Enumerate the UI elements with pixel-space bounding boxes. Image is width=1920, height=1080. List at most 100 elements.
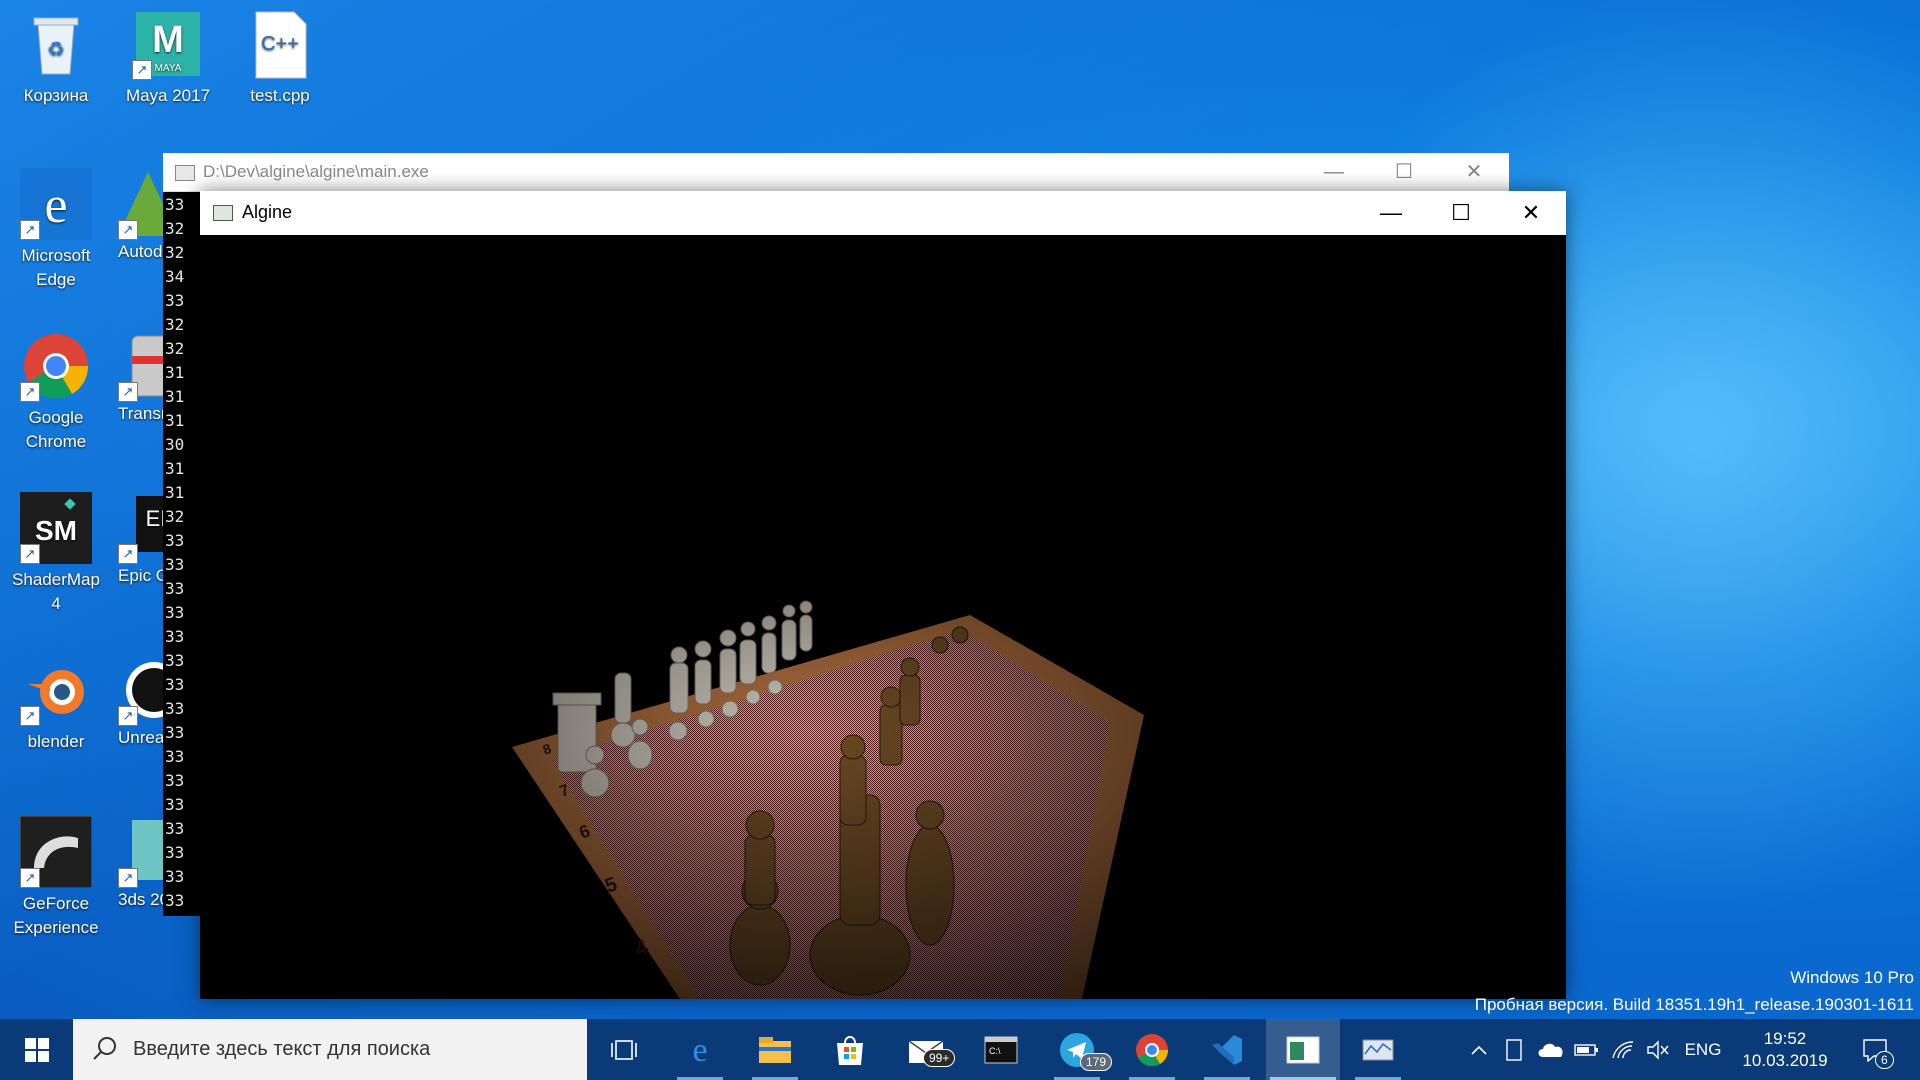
desktop-icon-shadermap[interactable]: SM ↗ ShaderMap 4 xyxy=(6,492,106,616)
volume-muted-icon[interactable] xyxy=(1643,1019,1673,1080)
taskbar-file-explorer[interactable] xyxy=(738,1019,812,1080)
cpp-file-icon: C++ xyxy=(244,8,316,80)
maya-icon: M MAYA ↗ xyxy=(132,8,204,80)
minimize-button[interactable]: — xyxy=(1356,191,1426,235)
telegram-badge: 179 xyxy=(1080,1053,1113,1071)
windows-logo-icon xyxy=(24,1037,49,1062)
desktop-icon-epic[interactable]: EI ↗ Epic Games Launcher xyxy=(118,492,163,588)
clock-time: 19:52 xyxy=(1763,1028,1807,1048)
desktop-icon-label: blender xyxy=(27,732,85,751)
search-icon xyxy=(93,1037,116,1060)
onedrive-icon[interactable] xyxy=(1535,1019,1567,1080)
folder-icon xyxy=(759,1036,791,1063)
battery-icon[interactable] xyxy=(1572,1019,1602,1080)
svg-text:♻: ♻ xyxy=(47,39,65,61)
clock-date: 10.03.2019 xyxy=(1742,1050,1828,1070)
3dsmax-icon: ↗ xyxy=(118,816,163,888)
console-line: 33 xyxy=(165,651,185,670)
language-indicator[interactable]: ENG xyxy=(1678,1019,1728,1080)
desktop-icon-transmission[interactable]: ↗ Transmission Qt xyxy=(118,330,163,426)
shadermap-icon: SM ↗ xyxy=(20,492,92,564)
start-button[interactable] xyxy=(0,1019,73,1080)
console-line: 33 xyxy=(165,795,185,814)
console-line: 32 xyxy=(165,219,185,238)
chrome-icon xyxy=(1136,1033,1169,1066)
monitor-chart-icon xyxy=(1362,1039,1394,1060)
console-title: D:\Dev\algine\algine\main.exe xyxy=(203,162,429,181)
algine-titlebar[interactable]: Algine — ☐ ✕ xyxy=(200,191,1566,235)
console-line: 32 xyxy=(165,339,185,358)
taskbar-edge[interactable]: e xyxy=(663,1019,737,1080)
desktop-icon-autodesk[interactable]: ↗ Autodesk Desktop xyxy=(118,168,163,264)
show-hidden-icons-button[interactable] xyxy=(1464,1019,1494,1080)
desktop-icon-recycle-bin[interactable]: ♻ Корзина xyxy=(6,8,106,108)
autodesk-icon: ↗ xyxy=(118,168,163,240)
search-box[interactable]: Введите здесь текст для поиска xyxy=(73,1019,587,1080)
desktop-icon-label: ShaderMap 4 xyxy=(12,570,100,613)
console-line: 33 xyxy=(165,819,185,838)
maximize-button[interactable]: ☐ xyxy=(1426,191,1496,235)
wifi-icon[interactable] xyxy=(1608,1019,1638,1080)
desktop-icon-label: Microsoft Edge xyxy=(21,246,91,289)
edge-icon: e xyxy=(692,1033,707,1067)
taskbar: Введите здесь текст для поиска e 99+ C:\… xyxy=(0,1019,1920,1080)
console-line: 30 xyxy=(165,435,185,454)
console-app-icon xyxy=(175,165,195,181)
task-view-button[interactable] xyxy=(587,1019,661,1080)
task-view-icon xyxy=(611,1039,637,1060)
console-line: 33 xyxy=(165,555,185,574)
desktop-icon-label: Epic Games Launcher xyxy=(118,566,163,585)
console-line: 33 xyxy=(165,291,185,310)
console-line: 32 xyxy=(165,243,185,262)
taskbar-telegram[interactable]: 179 xyxy=(1040,1019,1114,1080)
desktop-icon-edge[interactable]: e ↗ Microsoft Edge xyxy=(6,168,106,292)
desktop-icon-unreal[interactable]: ↗ Unreal xyxy=(118,654,163,750)
console-line: 31 xyxy=(165,459,185,478)
transmission-icon: ↗ xyxy=(118,330,163,402)
tray-tablet-icon[interactable] xyxy=(1500,1019,1528,1080)
unreal-icon: ↗ xyxy=(118,654,163,726)
epic-icon: EI ↗ xyxy=(118,492,163,564)
desktop-icon-chrome[interactable]: ↗ Google Chrome xyxy=(6,330,106,454)
desktop-icon-label: GeForce Experience xyxy=(13,894,99,937)
console-titlebar[interactable]: D:\Dev\algine\algine\main.exe — ☐ ✕ xyxy=(163,153,1509,192)
desktop-icon-blender[interactable]: ↗ blender xyxy=(6,654,106,754)
maximize-button[interactable]: ☐ xyxy=(1369,153,1439,191)
mail-badge: 99+ xyxy=(923,1049,956,1067)
console-line: 33 xyxy=(165,771,185,790)
taskbar-terminal[interactable]: C:\ xyxy=(964,1019,1038,1080)
notifications-button[interactable]: 6 xyxy=(1845,1019,1905,1080)
console-line: 31 xyxy=(165,483,185,502)
console-line: 33 xyxy=(165,867,185,886)
geforce-icon: ↗ xyxy=(19,815,93,889)
taskbar-vscode[interactable] xyxy=(1190,1019,1264,1080)
algine-window[interactable]: Algine — ☐ ✕ 87654 xyxy=(200,191,1566,999)
console-output: 33 32 32 34 33 32 32 31 31 31 30 31 31 32 33 33 33 33 33 33… xyxy=(163,193,205,913)
desktop-icon-label: Unreal xyxy=(118,728,163,747)
svg-text:e: e xyxy=(44,177,67,234)
svg-text:C:\: C:\ xyxy=(989,1046,1001,1056)
console-line: 31 xyxy=(165,363,185,382)
taskbar-store[interactable] xyxy=(813,1019,887,1080)
taskbar-algine[interactable] xyxy=(1266,1019,1340,1080)
chrome-icon: ↗ xyxy=(20,330,92,402)
taskbar-chrome[interactable] xyxy=(1115,1019,1189,1080)
clock[interactable]: 19:52 10.03.2019 xyxy=(1735,1019,1835,1080)
desktop-icon-geforce[interactable]: ↗ GeForce Experience xyxy=(6,815,106,940)
blender-icon: ↗ xyxy=(20,654,92,726)
recycle-bin-icon: ♻ xyxy=(20,8,92,80)
desktop-icon-maya[interactable]: M MAYA ↗ Maya 2017 xyxy=(118,8,218,108)
desktop-icon-test-cpp[interactable]: C++ test.cpp xyxy=(230,8,330,108)
render-viewport[interactable]: 87654 xyxy=(200,235,1566,999)
svg-text:EI: EI xyxy=(146,506,163,531)
taskbar-perf-monitor[interactable] xyxy=(1341,1019,1415,1080)
close-button[interactable]: ✕ xyxy=(1439,153,1509,191)
desktop-icon-label: test.cpp xyxy=(250,86,310,105)
desktop-icon-3dsmax[interactable]: ↗ 3ds 2017 xyxy=(118,816,163,912)
console-line: 33 xyxy=(165,627,185,646)
console-line: 33 xyxy=(165,699,185,718)
close-button[interactable]: ✕ xyxy=(1496,191,1566,235)
edge-icon: e ↗ xyxy=(20,168,92,240)
minimize-button[interactable]: — xyxy=(1299,153,1369,191)
taskbar-mail[interactable]: 99+ xyxy=(889,1019,963,1080)
